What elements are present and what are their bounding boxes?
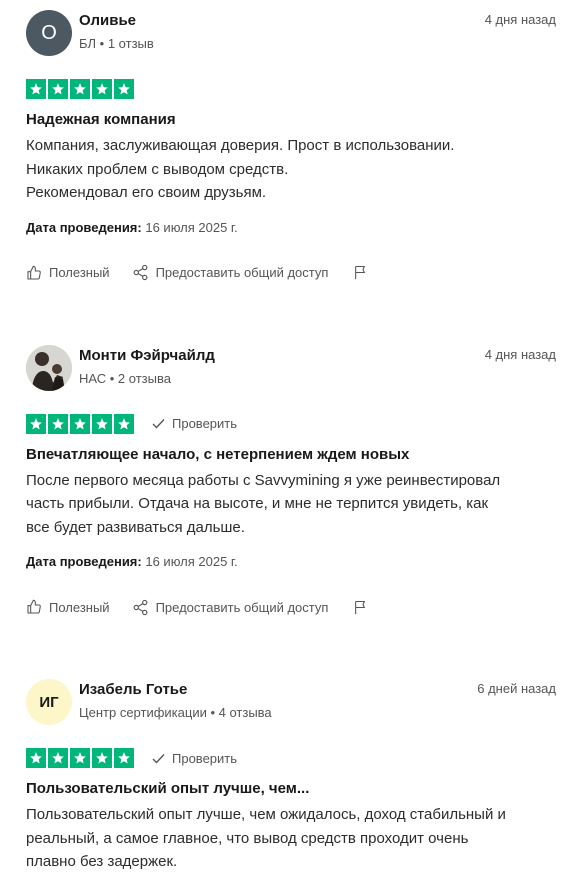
review-body: Компания, заслуживающая доверия. Прост в… (26, 134, 587, 205)
share-label: Предоставить общий доступ (155, 599, 329, 615)
experience-value: 16 июля 2025 г. (145, 219, 238, 235)
verified-label: Проверить (172, 750, 238, 766)
thumbs-up-icon (27, 599, 41, 614)
star-icon (114, 79, 134, 99)
check-icon (152, 419, 165, 429)
share-button[interactable]: Предоставить общий доступ (132, 264, 329, 281)
star-rating (26, 79, 134, 99)
review-title[interactable]: Надежная компания (26, 111, 587, 128)
helpful-label: Полезный (49, 599, 110, 615)
avatar[interactable] (26, 344, 72, 391)
star-rating (26, 413, 134, 434)
reviewer-name[interactable]: Оливье (79, 12, 136, 29)
experience-date: Дата проведения: 16 июля 2025 г. (26, 554, 587, 569)
star-rating (26, 748, 134, 768)
reviewer-meta: БЛ • 1 отзыв (79, 36, 154, 51)
experience-label: Дата проведения: (26, 554, 142, 569)
report-button[interactable] (353, 599, 376, 616)
review-body-line: часть прибыли. Отдача на высоте, и мне н… (26, 495, 489, 512)
star-icon (70, 79, 90, 99)
review-body: После первого месяца работы с Savvyminin… (26, 469, 587, 540)
review-body-line: все будет развиваться дальше. (26, 518, 245, 536)
review-body-line: Рекомендовал его своим друзьям. (26, 184, 267, 201)
rating-row (26, 78, 587, 100)
review-header: О Оливье БЛ • 1 отзыв 4 дня назад (26, 0, 587, 72)
star-icon (92, 413, 112, 434)
review-card: Монти Фэйрчайлд НАС • 2 отзыва 4 дня наз… (0, 335, 587, 618)
review-date: 4 дня назад (484, 346, 556, 362)
star-icon (48, 748, 68, 768)
review-card: ИГ Изабель Готье Центр сертификации • 4 … (0, 669, 587, 874)
review-title[interactable]: Пользовательский опыт лучше, чем... (26, 780, 587, 797)
flag-icon (355, 600, 366, 614)
avatar[interactable]: О (26, 10, 72, 56)
review-header: Монти Фэйрчайлд НАС • 2 отзыва 4 дня наз… (26, 335, 587, 407)
review-date: 4 дня назад (484, 12, 556, 27)
helpful-label: Полезный (49, 265, 110, 280)
star-icon (26, 79, 46, 99)
review-actions: Полезный Предоставить общий доступ (26, 597, 587, 617)
share-icon (133, 264, 148, 281)
star-icon (70, 748, 90, 768)
review-date: 6 дней назад (477, 681, 556, 696)
review-body-line: Пользовательский опыт лучше, чем ожидало… (26, 806, 506, 823)
helpful-button[interactable]: Полезный (26, 265, 110, 281)
review-actions: Полезный Предоставить общий доступ (26, 263, 587, 283)
share-label: Предоставить общий доступ (155, 265, 329, 280)
user-photo-icon (26, 344, 72, 391)
avatar[interactable]: ИГ (26, 679, 72, 725)
star-icon (70, 413, 90, 434)
star-icon (26, 413, 46, 434)
share-button[interactable]: Предоставить общий доступ (132, 599, 329, 616)
share-icon (133, 599, 148, 615)
star-icon (114, 413, 134, 434)
reviewer-meta: НАС • 2 отзыва (79, 370, 171, 386)
star-icon (92, 79, 112, 99)
check-icon (152, 753, 165, 764)
review-body-line: реальный, а самое главное, что вывод сре… (26, 829, 469, 847)
reviewer-name[interactable]: Монти Фэйрчайлд (79, 347, 215, 364)
review-card: О Оливье БЛ • 1 отзыв 4 дня назад Надежн… (0, 0, 587, 283)
report-button[interactable] (353, 264, 376, 281)
star-icon (92, 748, 112, 768)
experience-label: Дата проведения: (26, 219, 142, 235)
star-icon (48, 79, 68, 99)
verified-badge[interactable]: Проверить (152, 416, 237, 431)
star-icon (114, 748, 134, 768)
flag-icon (355, 265, 366, 280)
review-body-line: Никаких проблем с выводом средств. (26, 160, 289, 178)
experience-date: Дата проведения: 16 июля 2025 г. (26, 220, 587, 235)
review-body: Пользовательский опыт лучше, чем ожидало… (26, 803, 587, 874)
review-body-line: плавно без задержек. (26, 853, 178, 870)
review-body-line: После первого месяца работы с Savvyminin… (26, 471, 501, 489)
helpful-button[interactable]: Полезный (26, 599, 110, 615)
review-body-line: Компания, заслуживающая доверия. Прост в… (26, 137, 455, 154)
star-icon (26, 748, 46, 768)
star-icon (48, 413, 68, 434)
verified-label: Проверить (172, 416, 238, 431)
verified-badge[interactable]: Проверить (152, 751, 237, 766)
reviewer-name[interactable]: Изабель Готье (79, 681, 187, 698)
review-title[interactable]: Впечатляющее начало, с нетерпением ждем … (26, 446, 587, 463)
rating-row: Проверить (26, 747, 587, 769)
rating-row: Проверить (26, 413, 587, 435)
experience-value: 16 июля 2025 г. (145, 554, 238, 569)
reviewer-meta: Центр сертификации • 4 отзыва (79, 705, 272, 720)
review-header: ИГ Изабель Готье Центр сертификации • 4 … (26, 669, 587, 741)
thumbs-up-icon (27, 265, 41, 280)
